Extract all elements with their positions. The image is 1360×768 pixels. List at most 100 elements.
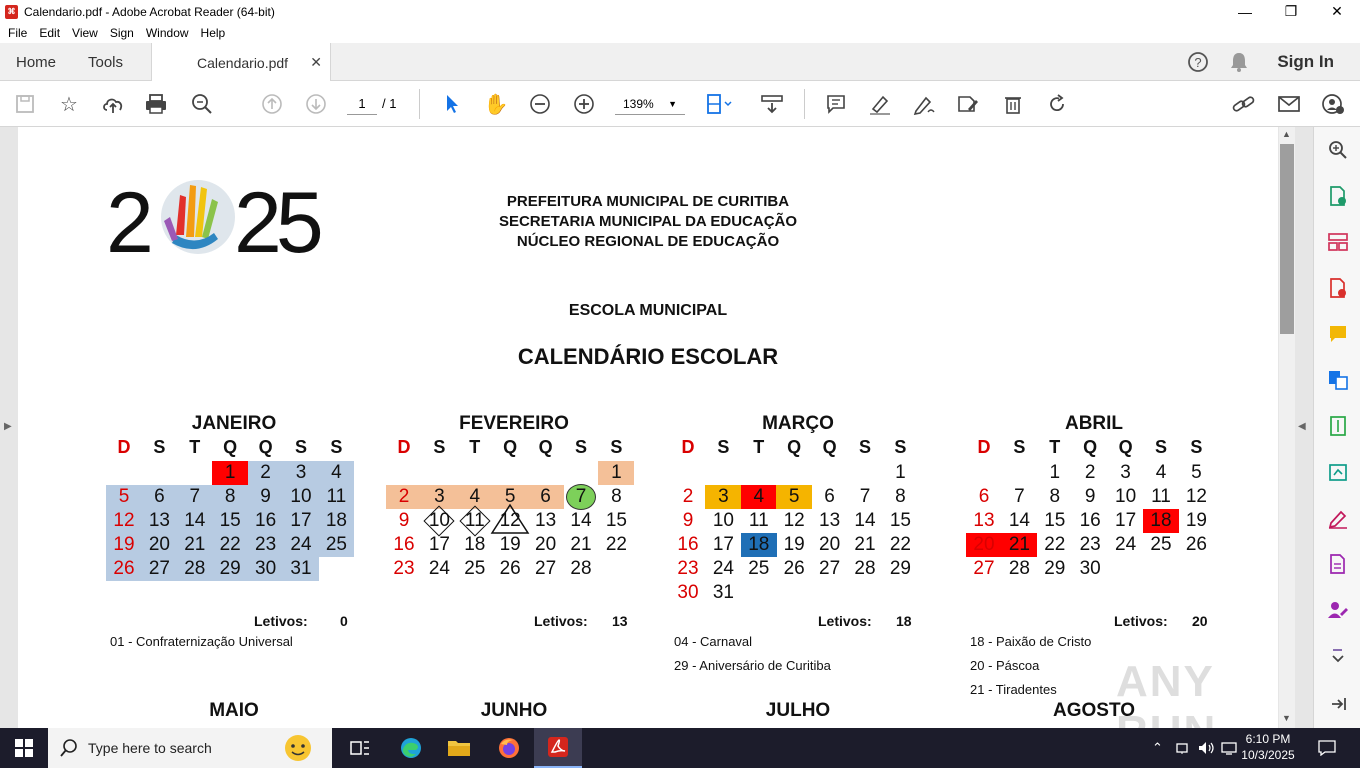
comment-panel-icon[interactable] <box>1327 323 1349 345</box>
menu-file[interactable]: File <box>8 26 27 40</box>
export-pdf-icon[interactable] <box>1327 185 1349 207</box>
draw-pen-icon[interactable] <box>910 90 938 118</box>
scroll-down-icon[interactable]: ▼ <box>1282 713 1291 723</box>
print-icon[interactable] <box>142 90 170 118</box>
calendar-day: 21 <box>847 533 883 557</box>
protect-pdf-icon[interactable] <box>1327 553 1349 575</box>
next-page-icon[interactable] <box>302 90 330 118</box>
edge-browser-icon[interactable] <box>387 728 435 768</box>
trash-icon[interactable] <box>999 90 1027 118</box>
day-number: 29 <box>219 558 241 579</box>
save-icon[interactable] <box>11 90 39 118</box>
more-tools-chevron-icon[interactable] <box>1327 645 1349 667</box>
day-number: 8 <box>224 486 236 507</box>
acrobat-taskbar-icon[interactable] <box>534 728 582 768</box>
calendar-day: 11 <box>1143 485 1179 509</box>
day-number: 5 <box>118 486 130 507</box>
document-viewport[interactable]: ▶ 2 25 PREFEITURA MUNICIPAL DE CURITIBA … <box>0 127 1313 728</box>
zoom-select[interactable]: 139% ▼ <box>615 93 685 115</box>
edit-text-icon[interactable] <box>954 90 982 118</box>
vertical-scrollbar[interactable]: ▲ ▼ <box>1279 127 1295 728</box>
maximize-button[interactable]: ❐ <box>1268 0 1314 23</box>
comment-icon[interactable] <box>822 90 850 118</box>
zoom-search-icon[interactable] <box>188 90 216 118</box>
calendar-day: 1 <box>598 461 635 485</box>
tab-tools[interactable]: Tools <box>88 43 123 81</box>
firefox-icon[interactable] <box>485 728 533 768</box>
page-fit-icon[interactable] <box>705 90 733 118</box>
tab-home[interactable]: Home <box>16 43 56 81</box>
day-number: 4 <box>753 486 765 507</box>
upload-cloud-icon[interactable] <box>99 90 127 118</box>
hand-tool-icon[interactable]: ✋ <box>482 90 510 118</box>
day-number: 23 <box>255 534 277 555</box>
calendar-day: 12 <box>1178 485 1214 509</box>
network-icon[interactable] <box>1176 728 1190 768</box>
rotate-icon[interactable] <box>1043 90 1071 118</box>
scroll-mode-icon[interactable] <box>758 90 786 118</box>
page-number-input[interactable]: 1 <box>347 93 377 115</box>
menu-edit[interactable]: Edit <box>39 26 60 40</box>
combine-files-icon[interactable] <box>1327 369 1349 391</box>
search-zoom-icon[interactable] <box>1327 139 1349 161</box>
day-number: 13 <box>819 510 841 531</box>
tray-chevron-icon[interactable]: ⌃ <box>1152 728 1163 768</box>
weekday-label: S <box>894 437 907 457</box>
tab-document[interactable]: Calendario.pdf ✕ <box>151 43 331 82</box>
notification-icon[interactable] <box>1318 728 1336 768</box>
menu-sign[interactable]: Sign <box>110 26 134 40</box>
fill-sign-icon[interactable] <box>1327 507 1349 529</box>
edit-pdf-icon[interactable] <box>1327 461 1349 483</box>
star-icon[interactable]: ☆ <box>55 90 83 118</box>
previous-page-icon[interactable] <box>258 90 286 118</box>
start-button[interactable] <box>0 728 48 768</box>
taskbar-search-box[interactable]: Type here to search <box>48 728 332 768</box>
email-icon[interactable] <box>1275 90 1303 118</box>
close-tab-icon[interactable]: ✕ <box>310 54 322 71</box>
minimize-button[interactable]: — <box>1222 0 1268 23</box>
zoom-in-icon[interactable] <box>570 90 598 118</box>
calendar-day: 29 <box>212 557 249 581</box>
volume-icon[interactable] <box>1198 728 1216 768</box>
day-number: 31 <box>290 558 312 579</box>
sign-in-button[interactable]: Sign In <box>1277 52 1334 72</box>
day-number: 26 <box>783 558 805 579</box>
right-panel-toggle-icon[interactable]: ◀ <box>1298 421 1306 432</box>
request-signature-icon[interactable] <box>1327 599 1349 621</box>
bell-icon[interactable] <box>1229 51 1249 78</box>
day-number: 14 <box>184 510 206 531</box>
scroll-up-icon[interactable]: ▲ <box>1282 129 1291 139</box>
day-number: 1 <box>895 462 906 483</box>
create-pdf-icon[interactable] <box>1327 277 1349 299</box>
taskbar-clock[interactable]: 6:10 PM 10/3/2025 <box>1238 731 1298 763</box>
weekday-label: Q <box>503 437 518 457</box>
help-icon[interactable]: ? <box>1187 51 1209 78</box>
weekday-label: Q <box>822 437 837 457</box>
menu-window[interactable]: Window <box>146 26 189 40</box>
day-number: 11 <box>326 486 347 507</box>
right-tool-panel <box>1313 127 1360 728</box>
task-view-icon[interactable] <box>336 728 384 768</box>
organize-pages-icon[interactable] <box>1327 231 1349 253</box>
share-link-icon[interactable] <box>1230 90 1258 118</box>
scrollbar-thumb[interactable] <box>1280 144 1294 334</box>
left-panel-toggle-icon[interactable]: ▶ <box>4 421 12 432</box>
day-number: 7 <box>859 486 871 507</box>
file-explorer-icon[interactable] <box>435 728 483 768</box>
calendar-day: 22 <box>212 533 249 557</box>
window-title: Calendario.pdf - Adobe Acrobat Reader (6… <box>24 4 275 19</box>
collapse-panel-icon[interactable] <box>1327 693 1349 715</box>
menu-help[interactable]: Help <box>201 26 226 40</box>
calendar-day: 13 <box>528 509 564 533</box>
day-number: 19 <box>113 534 135 555</box>
display-icon[interactable] <box>1221 728 1237 768</box>
menu-view[interactable]: View <box>72 26 98 40</box>
zoom-out-icon[interactable] <box>526 90 554 118</box>
weekday-label: S <box>1013 437 1026 457</box>
select-cursor-icon[interactable] <box>438 90 466 118</box>
calendar-day: 23 <box>1072 533 1108 557</box>
add-user-icon[interactable] <box>1319 90 1347 118</box>
compress-pdf-icon[interactable] <box>1327 415 1349 437</box>
close-window-button[interactable]: ✕ <box>1314 0 1360 23</box>
highlight-pen-icon[interactable] <box>866 90 894 118</box>
